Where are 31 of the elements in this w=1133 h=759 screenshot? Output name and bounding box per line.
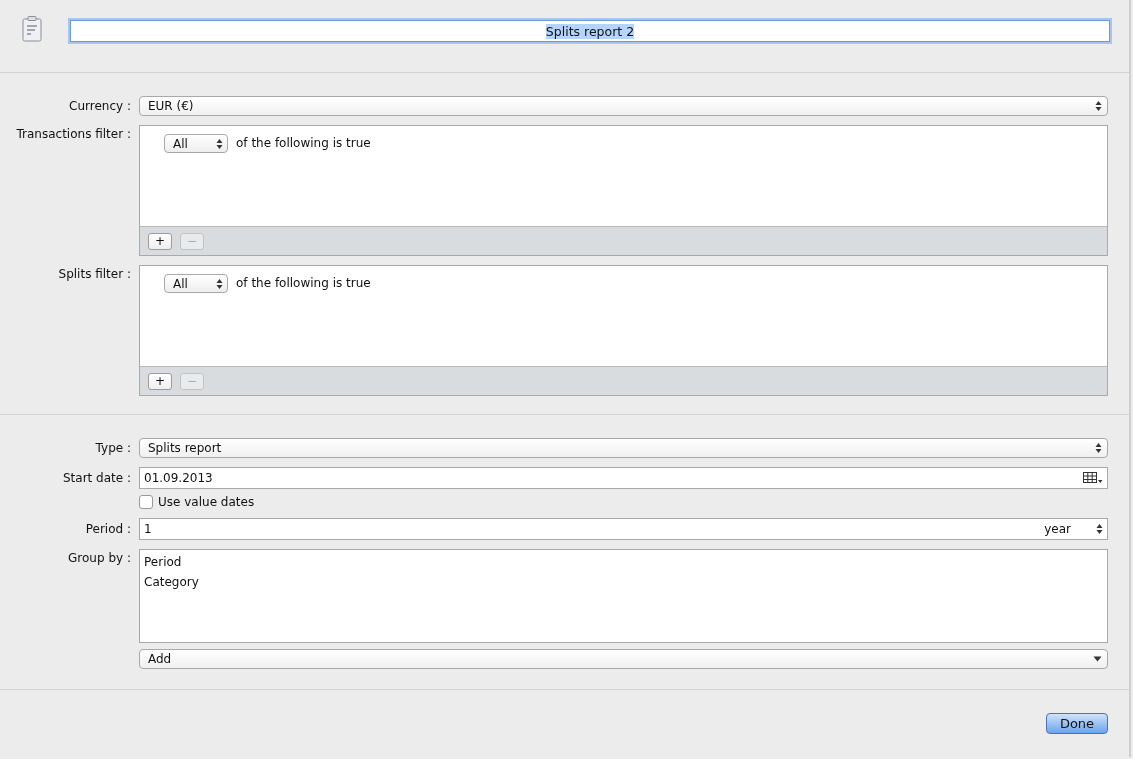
field-label: Period : bbox=[84, 522, 132, 536]
field-label: Splits filter : bbox=[57, 266, 132, 281]
title-field[interactable]: Splits report 2 bbox=[70, 20, 1110, 42]
list-item[interactable]: Category bbox=[144, 572, 1103, 592]
filter-text: of the following is true bbox=[236, 135, 371, 152]
field-label: Group by : bbox=[67, 550, 132, 565]
calendar-icon bbox=[1083, 472, 1103, 484]
stepper-icon bbox=[1095, 100, 1102, 112]
done-button[interactable]: Done bbox=[1046, 713, 1108, 734]
value-dates-checkbox[interactable]: Use value dates bbox=[139, 495, 255, 509]
period-field[interactable]: 1 bbox=[144, 522, 1045, 536]
stepper-icon bbox=[216, 277, 223, 290]
stepper-icon bbox=[1095, 442, 1102, 454]
stepper-icon bbox=[216, 137, 223, 150]
add-button[interactable]: + bbox=[148, 232, 172, 250]
stepper-icon bbox=[1096, 523, 1103, 535]
field-label: Transactions filter : bbox=[15, 126, 132, 141]
field-label: Currency : bbox=[68, 99, 132, 113]
field-label: Start date : bbox=[61, 471, 132, 485]
match-popup[interactable]: All bbox=[164, 274, 228, 293]
filter-text: of the following is true bbox=[236, 275, 371, 292]
match-popup[interactable]: All bbox=[164, 134, 228, 153]
add-button[interactable]: + bbox=[148, 372, 172, 390]
date-field[interactable]: 01.09.2013 bbox=[139, 467, 1108, 489]
list-item[interactable]: Period bbox=[144, 552, 1103, 572]
currency-popup[interactable]: EUR (€) bbox=[139, 96, 1108, 116]
unit-stepper[interactable]: year bbox=[1044, 522, 1103, 536]
field-label: Type : bbox=[94, 441, 132, 455]
caret-icon bbox=[1093, 656, 1102, 662]
add-popup[interactable]: Add bbox=[139, 649, 1108, 669]
type-popup[interactable]: Splits report bbox=[139, 438, 1108, 458]
